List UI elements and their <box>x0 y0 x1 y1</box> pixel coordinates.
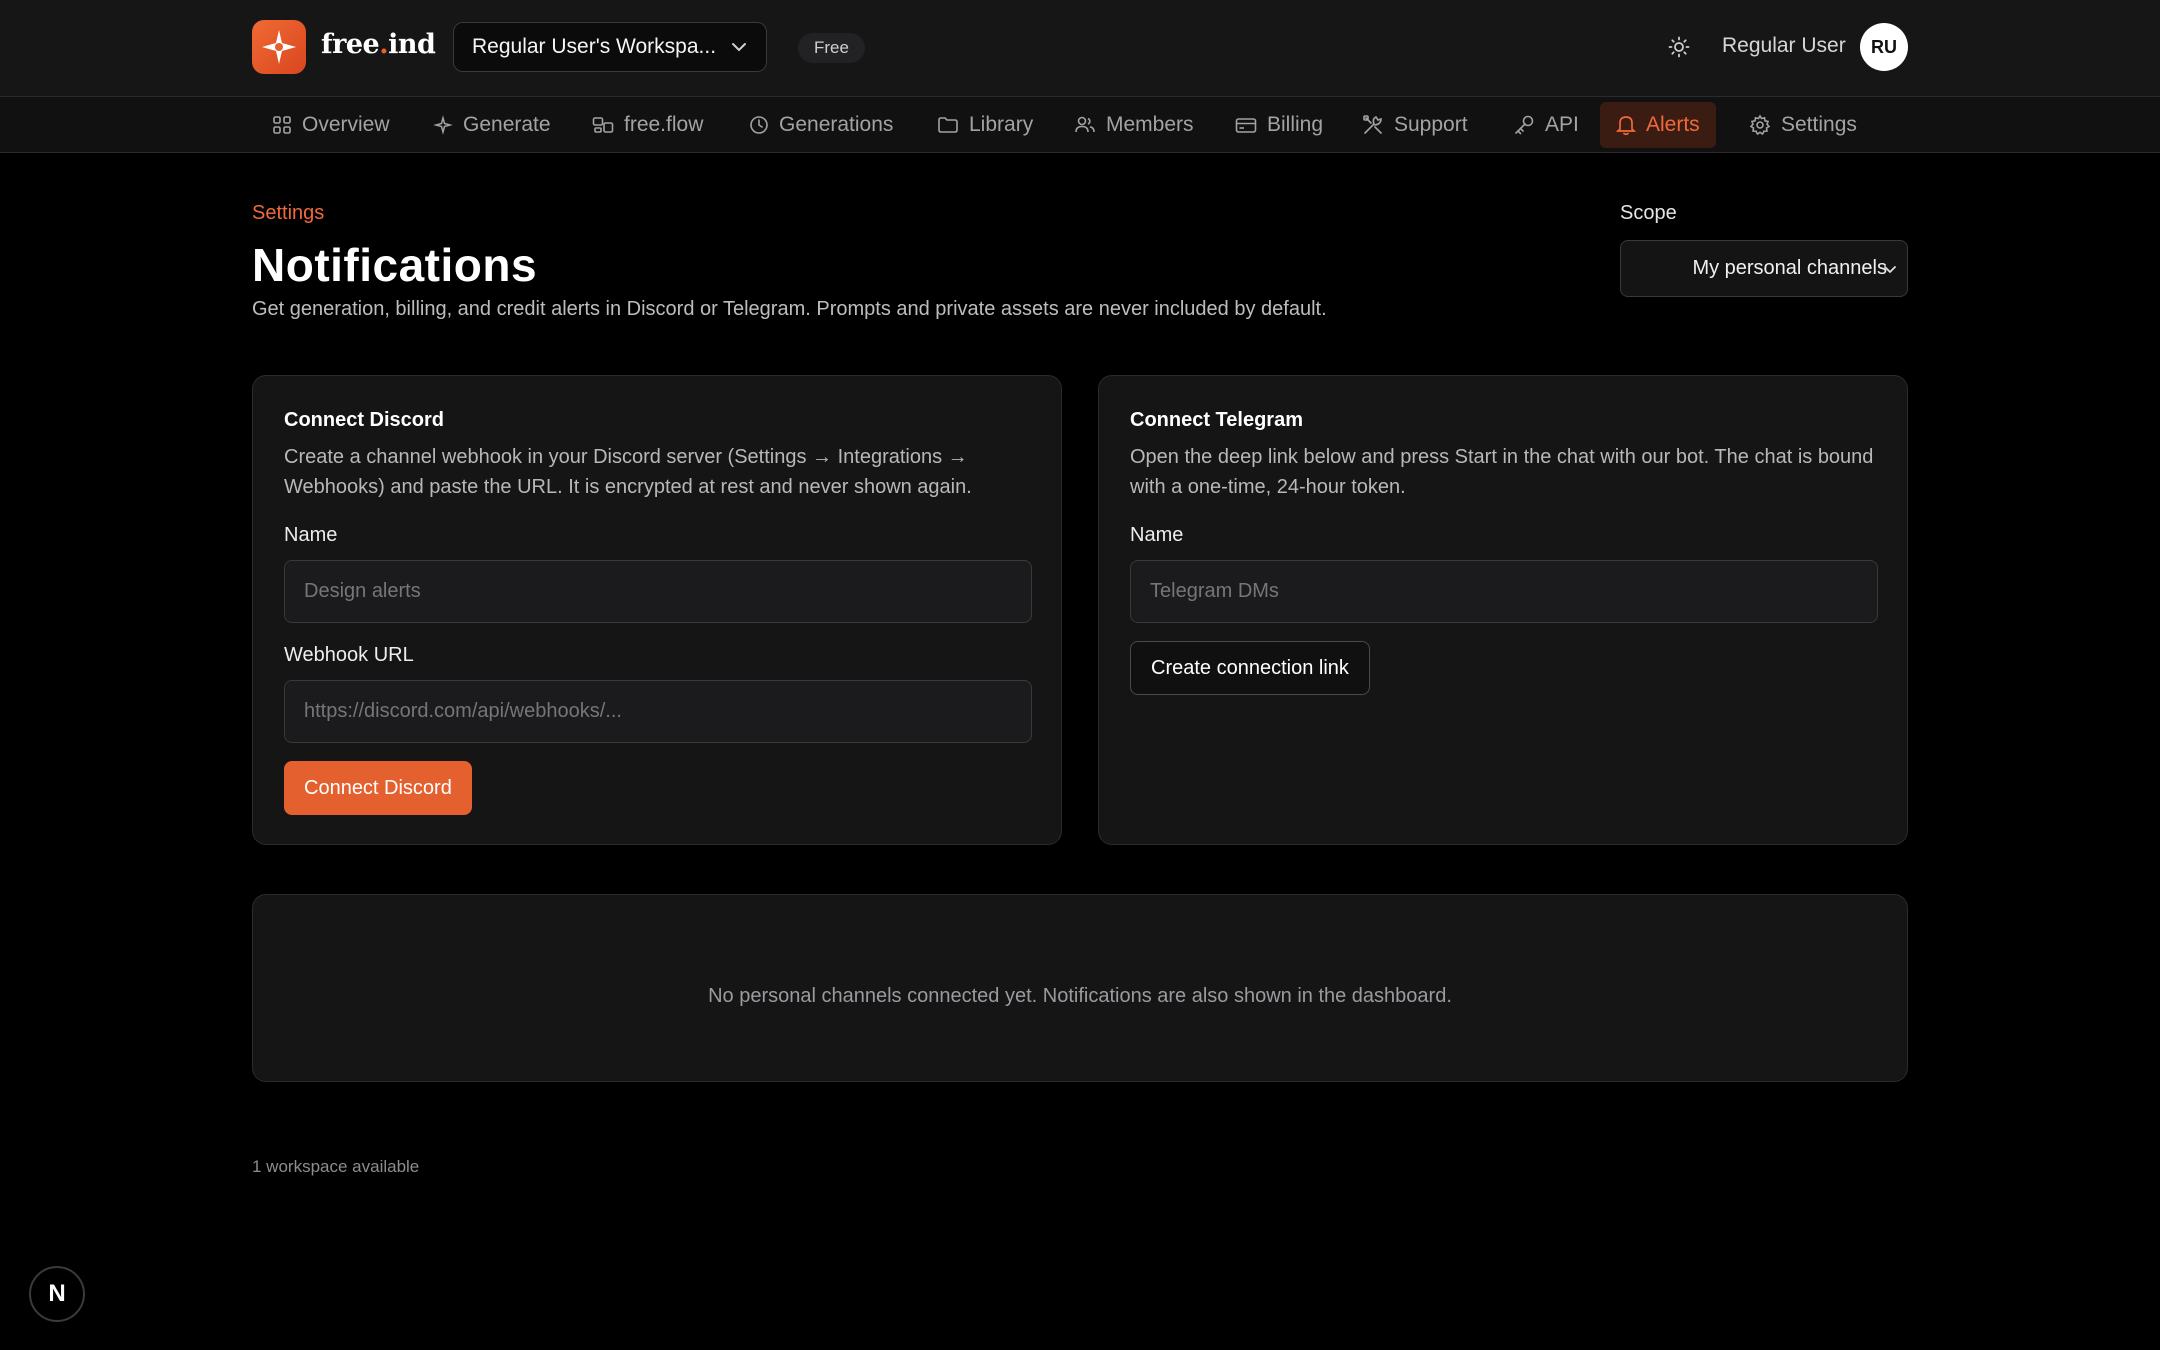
nav-label: Settings <box>1781 113 1857 136</box>
nav-label: Library <box>969 113 1034 136</box>
tools-icon <box>1363 115 1382 134</box>
users-icon <box>1075 116 1095 133</box>
webhook-url-input[interactable] <box>284 680 1032 743</box>
nav-label: Alerts <box>1646 113 1700 136</box>
webhook-url-label: Webhook URL <box>284 644 414 666</box>
sun-icon <box>1668 36 1690 58</box>
discord-card: Connect Discord Create a channel webhook… <box>252 375 1062 845</box>
discord-card-title: Connect Discord <box>284 409 445 431</box>
nav-label: Billing <box>1267 113 1324 136</box>
page-title: Notifications <box>252 239 538 291</box>
nav-label: Generate <box>463 113 551 136</box>
nav-item-support[interactable]: Support <box>1346 102 1484 148</box>
nav-label: Overview <box>302 113 390 136</box>
telegram-name-label: Name <box>1130 524 1184 546</box>
connect-discord-button[interactable]: Connect Discord <box>284 761 472 815</box>
channels-list: No personal channels connected yet. Noti… <box>252 894 1908 1082</box>
nav-label: Members <box>1106 113 1194 136</box>
logo-icon[interactable] <box>252 20 306 74</box>
logo-text-dot: . <box>379 29 389 60</box>
clock-icon <box>750 116 768 134</box>
nav-item-overview[interactable]: Overview <box>256 102 406 148</box>
gear-icon <box>1749 114 1771 136</box>
dev-badge-label: N <box>48 1280 66 1307</box>
theme-toggle-button[interactable] <box>1664 32 1694 62</box>
page-description: Get generation, billing, and credit aler… <box>252 298 1327 320</box>
nav-label: Support <box>1394 113 1468 136</box>
telegram-card-title: Connect Telegram <box>1130 409 1303 431</box>
avatar[interactable]: RU <box>1860 23 1908 71</box>
user-name[interactable]: Regular User <box>1722 34 1846 58</box>
card-icon <box>1235 118 1257 133</box>
key-icon <box>1515 115 1534 135</box>
workspace-select[interactable]: Regular User's Workspa... <box>453 22 767 72</box>
nav-item-settings[interactable]: Settings <box>1733 102 1873 148</box>
nav-item-members[interactable]: Members <box>1058 102 1210 148</box>
logo-text-suffix: ind <box>388 29 436 60</box>
scope-label: Scope <box>1620 202 1677 224</box>
telegram-card: Connect Telegram Open the deep link belo… <box>1098 375 1908 845</box>
bell-icon <box>1616 116 1636 136</box>
nav-item-free-flow[interactable]: free.flow <box>576 102 719 148</box>
scope-value: My personal channels <box>1692 257 1887 279</box>
main-nav: Overview Generate free.flow Generations … <box>0 97 2160 153</box>
breadcrumb[interactable]: Settings <box>252 202 324 225</box>
logo-text-main: free <box>321 29 380 60</box>
top-bar: free.ind Regular User's Workspa... Free … <box>0 0 2160 97</box>
nav-item-alerts[interactable]: Alerts <box>1600 102 1716 148</box>
discord-name-input[interactable] <box>284 560 1032 623</box>
nav-item-api[interactable]: API <box>1497 102 1595 148</box>
nav-label: free.flow <box>624 113 704 136</box>
nav-label: API <box>1545 113 1579 136</box>
telegram-name-input[interactable] <box>1130 560 1878 623</box>
workspace-label: Regular User's Workspa... <box>472 35 717 58</box>
create-connection-link-button[interactable]: Create connection link <box>1130 641 1370 695</box>
discord-name-label: Name <box>284 524 338 546</box>
nav-item-generate[interactable]: Generate <box>417 102 567 148</box>
scope-select[interactable]: My personal channels <box>1620 240 1908 297</box>
flow-icon <box>592 117 614 133</box>
nav-item-library[interactable]: Library <box>921 102 1049 148</box>
workspace-count: 1 workspace available <box>252 1157 420 1176</box>
empty-state-message: No personal channels connected yet. Noti… <box>708 985 1452 1007</box>
nav-item-billing[interactable]: Billing <box>1219 102 1339 148</box>
sparkle-icon <box>433 115 453 135</box>
chevron-down-icon <box>1884 265 1896 273</box>
folder-icon <box>938 117 958 133</box>
discord-card-description: Create a channel webhook in your Discord… <box>284 446 972 498</box>
plan-badge: Free <box>798 33 865 63</box>
dev-tools-button[interactable]: N <box>29 1266 85 1322</box>
chevron-down-icon <box>732 43 746 52</box>
grid-icon <box>273 116 291 134</box>
nav-label: Generations <box>779 113 894 136</box>
nav-item-generations[interactable]: Generations <box>733 102 909 148</box>
telegram-card-description: Open the deep link below and press Start… <box>1130 446 1874 498</box>
logo-wordmark[interactable]: free.ind <box>321 29 436 60</box>
